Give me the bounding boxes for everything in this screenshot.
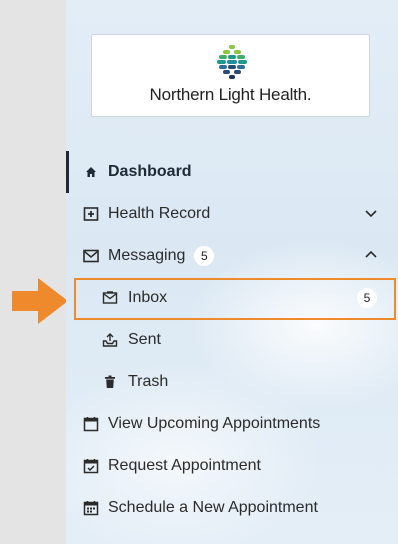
sidebar-item-label: Request Appointment <box>108 457 261 474</box>
sidebar-item-trash[interactable]: Trash <box>66 361 398 403</box>
sidebar-item-label: View Upcoming Appointments <box>108 415 321 432</box>
calendar-check-icon <box>83 458 99 474</box>
inbox-count-badge: 5 <box>357 288 377 308</box>
calendar-grid-icon <box>83 500 99 516</box>
sidebar-item-request-appointment[interactable]: Request Appointment <box>66 445 398 487</box>
sidebar-item-sent[interactable]: Sent <box>66 319 398 361</box>
pinecone-logo-icon <box>217 45 247 79</box>
medical-record-icon <box>83 206 99 222</box>
inbox-icon <box>102 290 118 306</box>
sidebar-item-inbox[interactable]: Inbox 5 <box>66 277 398 319</box>
sidebar-item-label: Sent <box>128 331 161 348</box>
sidebar-item-schedule-appointment[interactable]: Schedule a New Appointment <box>66 487 398 529</box>
sidebar-item-dashboard[interactable]: Dashboard <box>66 151 398 193</box>
home-icon <box>83 164 99 180</box>
sidebar-item-label: Health Record <box>108 205 211 222</box>
sidebar-nav: Dashboard Health Record Messaging 5 Inbo… <box>66 151 398 529</box>
sidebar-item-label: Dashboard <box>108 163 192 180</box>
chevron-down-icon[interactable] <box>364 206 378 225</box>
brand-name: Northern Light Health. <box>149 85 312 104</box>
chevron-up-icon[interactable] <box>364 248 378 267</box>
calendar-icon <box>83 416 99 432</box>
sidebar-item-messaging[interactable]: Messaging 5 <box>66 235 398 277</box>
sidebar-item-label: Trash <box>128 373 169 390</box>
brand-logo[interactable]: Northern Light Health. <box>91 34 370 117</box>
sent-tray-icon <box>102 332 118 348</box>
sidebar: Northern Light Health. Dashboard Health … <box>66 0 398 544</box>
sidebar-item-label: Messaging <box>108 247 186 264</box>
trash-icon <box>102 374 118 390</box>
pointer-arrow-icon <box>12 278 68 329</box>
envelope-icon <box>83 248 99 264</box>
sidebar-item-label: Schedule a New Appointment <box>108 499 318 516</box>
sidebar-item-health-record[interactable]: Health Record <box>66 193 398 235</box>
sidebar-item-label: Inbox <box>128 289 168 306</box>
messaging-count-badge: 5 <box>194 246 215 266</box>
sidebar-item-view-appointments[interactable]: View Upcoming Appointments <box>66 403 398 445</box>
